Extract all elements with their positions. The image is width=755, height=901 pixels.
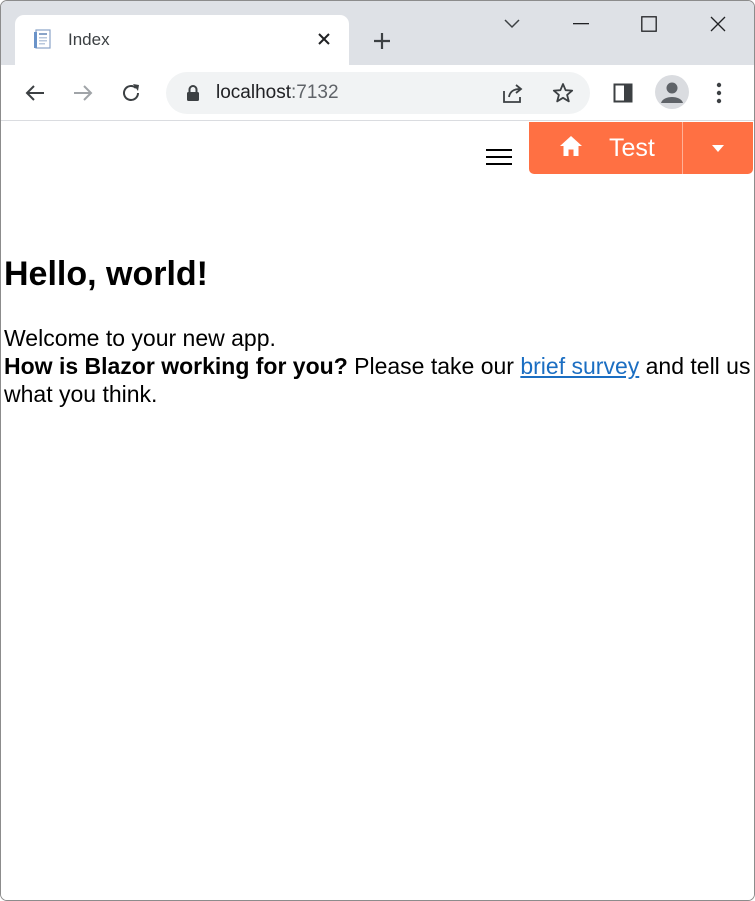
survey-text-before: Please take our [347,353,521,379]
chevron-down-icon[interactable] [489,7,535,41]
plus-icon[interactable] [367,26,397,56]
address-bar[interactable]: localhost:7132 [166,72,590,114]
browser-toolbar: localhost:7132 [1,65,754,121]
share-icon[interactable] [500,80,526,106]
test-button-label: Test [609,133,655,162]
tab-title: Index [68,30,110,49]
url-text: localhost:7132 [216,82,339,104]
hamburger-line [486,156,512,158]
main-article: Hello, world! Welcome to your new app. H… [4,254,754,408]
close-icon[interactable] [695,7,741,41]
page-icon [33,28,55,50]
caret-down-icon [712,139,724,157]
home-icon [559,135,583,162]
hamburger-icon[interactable] [486,147,512,167]
page-content: Test Hello, world! Welcome to your new a… [1,122,754,900]
survey-prompt: How is Blazor working for you? Please ta… [4,352,754,408]
reload-icon[interactable] [113,75,149,111]
tab-strip: Index [1,1,754,65]
page-title: Hello, world! [4,255,208,293]
close-tab-icon[interactable] [313,28,335,50]
welcome-text: Welcome to your new app. [4,325,276,351]
browser-window: Index localhost:7132 Test Hello, world! … [0,0,755,901]
url-port: :7132 [291,82,339,103]
lock-icon[interactable] [184,84,202,102]
avatar-icon[interactable] [655,75,689,109]
survey-question: How is Blazor working for you? [4,353,348,379]
test-button[interactable]: Test [529,122,683,174]
split-toggle-button[interactable] [683,122,753,174]
side-panel-icon[interactable] [605,75,641,111]
star-icon[interactable] [550,80,576,106]
hamburger-line [486,149,512,151]
survey-link[interactable]: brief survey [520,353,639,379]
hamburger-line [486,163,512,165]
browser-tab[interactable]: Index [15,15,349,65]
test-split-button: Test [529,122,753,174]
minimize-icon[interactable] [558,7,604,41]
back-arrow-icon[interactable] [17,75,53,111]
forward-arrow-icon[interactable] [65,75,101,111]
maximize-icon[interactable] [626,7,672,41]
kebab-menu-icon[interactable] [701,75,737,111]
url-host: localhost [216,82,291,103]
